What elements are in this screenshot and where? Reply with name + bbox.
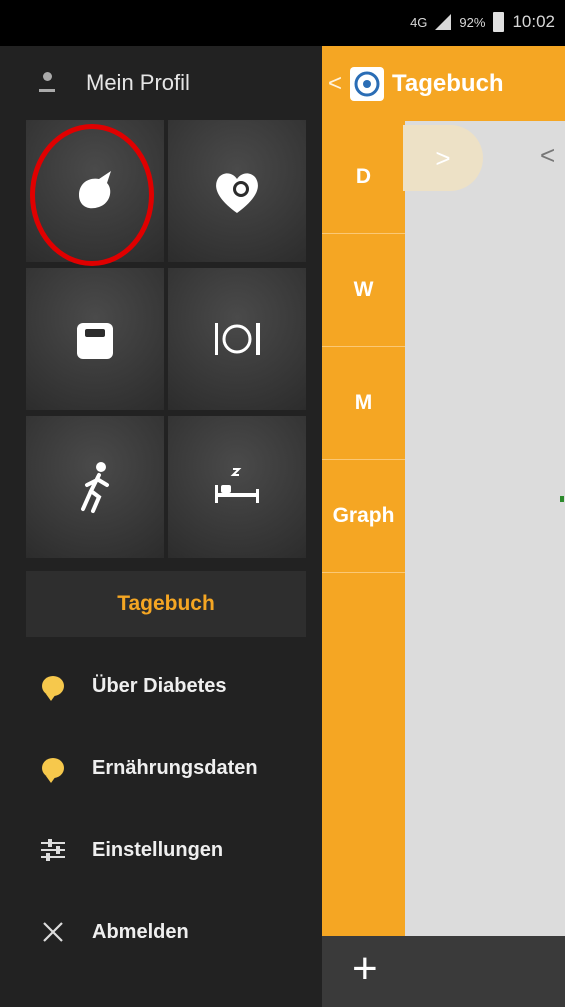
running-icon (81, 462, 109, 513)
status-bar: 4G 92% 10:02 (0, 0, 565, 46)
sliders-icon (40, 837, 66, 863)
tile-weight[interactable] (26, 268, 164, 410)
menu-item-label: Abmelden (92, 920, 189, 943)
diary-content (405, 121, 565, 936)
tile-sleep[interactable] (168, 416, 306, 558)
tab-graph[interactable]: Graph (322, 460, 405, 573)
menu-item-label: Einstellungen (92, 838, 224, 861)
heart-pressure-icon (216, 173, 258, 213)
tile-activity[interactable] (26, 416, 164, 558)
tab-week[interactable]: W (322, 234, 405, 347)
battery-icon (493, 12, 505, 32)
app-title: Tagebuch (392, 69, 504, 97)
menu-item-label: Über Diabetes (92, 674, 227, 697)
tile-meal[interactable] (168, 268, 306, 410)
network-type: 4G (410, 14, 428, 30)
meal-icon (215, 323, 260, 355)
menu-item-label: Ernährungsdaten (92, 756, 258, 779)
period-tabs: D W M Graph (322, 121, 405, 936)
tile-blood-pressure[interactable] (168, 120, 306, 262)
profile-item[interactable]: Mein Profil (0, 46, 322, 120)
tab-day[interactable]: D (322, 121, 405, 234)
app-logo (350, 66, 385, 101)
menu-item-settings[interactable]: Einstellungen (0, 820, 322, 880)
info-bubble-icon (40, 755, 66, 783)
scale-icon (77, 323, 113, 359)
back-icon[interactable]: < (328, 70, 342, 98)
next-button[interactable]: > (403, 125, 483, 191)
bottom-bar: + (322, 936, 565, 1007)
signal-icon (435, 14, 452, 30)
sleep-icon (215, 468, 259, 503)
diary-button[interactable]: Tagebuch (26, 571, 306, 637)
menu-item-logout[interactable]: Abmelden (0, 902, 322, 962)
highlight-annotation (30, 124, 154, 266)
close-icon (40, 919, 66, 945)
person-icon (38, 72, 56, 94)
chart-marker (560, 496, 564, 502)
tab-month[interactable]: M (322, 347, 405, 460)
battery-percent: 92% (459, 14, 486, 30)
clock: 10:02 (512, 12, 555, 31)
info-bubble-icon (40, 673, 66, 701)
menu-item-about-diabetes[interactable]: Über Diabetes (0, 656, 322, 716)
chevron-right-icon: > (435, 142, 451, 173)
profile-label: Mein Profil (86, 70, 190, 95)
app-header: < Tagebuch (322, 46, 565, 121)
chevron-left-icon[interactable]: < (540, 140, 555, 171)
add-icon[interactable]: + (352, 944, 378, 994)
menu-item-nutrition[interactable]: Ernährungsdaten (0, 738, 322, 798)
